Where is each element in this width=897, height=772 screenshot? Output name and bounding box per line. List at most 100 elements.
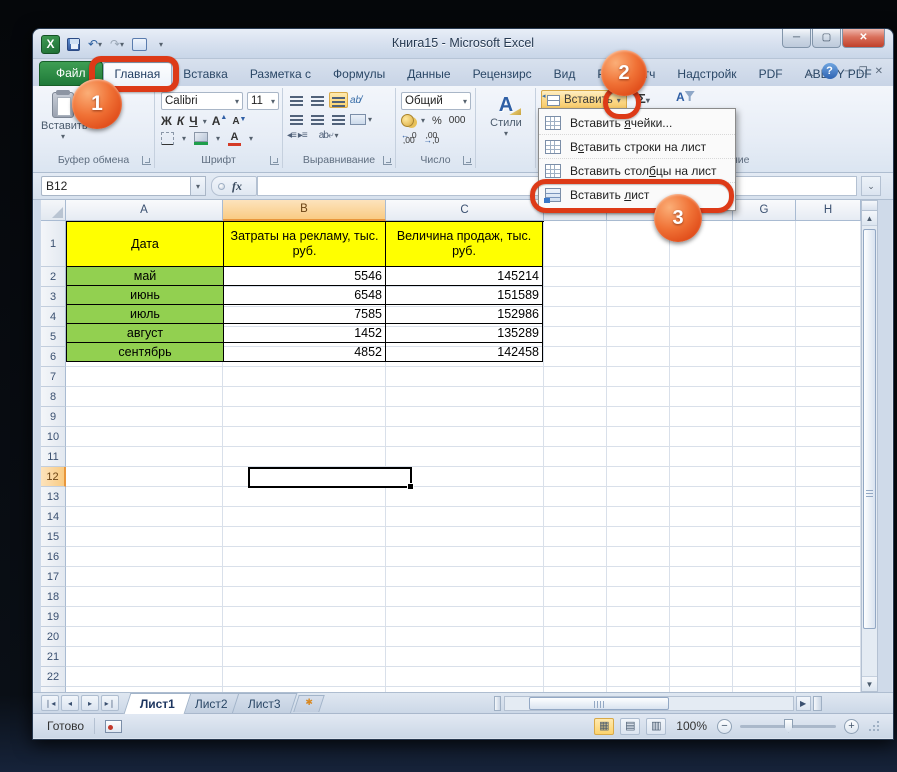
grid-cell[interactable] (607, 327, 670, 347)
grid-cell[interactable] (733, 427, 796, 447)
horizontal-split-box[interactable] (812, 695, 822, 711)
merge-center-icon[interactable] (350, 113, 366, 125)
row-header-18[interactable]: 18 (41, 587, 66, 607)
grid-cell[interactable] (733, 627, 796, 647)
grid-cell[interactable] (733, 587, 796, 607)
grid-cell[interactable] (670, 427, 733, 447)
align-center-button[interactable] (308, 111, 327, 127)
insert-function-icon[interactable]: fx (232, 179, 242, 194)
column-header-A[interactable]: A (66, 200, 223, 221)
grid-cell[interactable] (796, 467, 861, 487)
font-color-icon[interactable]: А (228, 132, 242, 146)
font-size-combo[interactable]: 11 ▾ (247, 92, 279, 110)
value-cell[interactable]: 142458 (386, 343, 543, 362)
tab-Надстройк[interactable]: Надстройк (666, 63, 747, 86)
grid-cell[interactable] (544, 287, 607, 307)
grid-cell[interactable] (796, 267, 861, 287)
month-cell[interactable]: август (67, 324, 224, 343)
grid-cell[interactable] (733, 607, 796, 627)
grid-cell[interactable] (607, 287, 670, 307)
grid-cell[interactable] (386, 507, 544, 527)
grid-cell[interactable] (66, 507, 223, 527)
grid-cell[interactable] (670, 287, 733, 307)
grid-cell[interactable] (733, 547, 796, 567)
grid-cell[interactable] (386, 447, 544, 467)
grid-cell[interactable] (796, 587, 861, 607)
zoom-out-button[interactable]: − (717, 718, 732, 734)
month-cell[interactable]: июнь (67, 286, 224, 305)
grid-cell[interactable] (223, 407, 386, 427)
grid-cell[interactable] (66, 647, 223, 667)
zoom-level[interactable]: 100% (676, 719, 707, 733)
grid-cell[interactable] (223, 547, 386, 567)
grid-cell[interactable] (544, 347, 607, 367)
row-header-8[interactable]: 8 (41, 387, 66, 407)
row-header-2[interactable]: 2 (41, 267, 66, 287)
grid-cell[interactable] (607, 487, 670, 507)
last-sheet-icon[interactable]: ▸❘ (101, 695, 119, 711)
zoom-slider[interactable] (740, 718, 836, 733)
grid-cell[interactable] (733, 347, 796, 367)
thousands-button[interactable]: 000 (449, 115, 466, 126)
grid-cell[interactable] (796, 527, 861, 547)
grid-cell[interactable] (66, 387, 223, 407)
grid-cell[interactable] (66, 627, 223, 647)
grid-cell[interactable] (386, 587, 544, 607)
grid-cell[interactable] (544, 267, 607, 287)
decrease-decimal-icon[interactable]: ,00 →,0 (424, 131, 440, 145)
grid-cell[interactable] (386, 407, 544, 427)
grid-cell[interactable] (607, 407, 670, 427)
grid-cell[interactable] (670, 347, 733, 367)
tab-Вставка[interactable]: Вставка (172, 63, 239, 86)
font-name-combo[interactable]: Calibri ▾ (161, 92, 243, 110)
grid-cell[interactable] (733, 221, 796, 267)
name-box[interactable]: B12 (41, 176, 191, 196)
tab-Вид[interactable]: Вид (543, 63, 587, 86)
view-page-break-button[interactable]: ▥ (646, 717, 667, 735)
grid-cell[interactable] (386, 667, 544, 687)
row-header-16[interactable]: 16 (41, 547, 66, 567)
grid-cell[interactable] (223, 447, 386, 467)
percent-button[interactable]: % (432, 115, 442, 127)
grid-cell[interactable] (733, 527, 796, 547)
row-header-3[interactable]: 3 (41, 287, 66, 307)
font-dialog-launcher-icon[interactable] (270, 156, 279, 165)
grid-cell[interactable] (733, 667, 796, 687)
grid-cell[interactable] (733, 327, 796, 347)
align-middle-button[interactable] (308, 92, 327, 108)
scroll-up-icon[interactable]: ▲ (862, 211, 877, 226)
table-header-cell[interactable]: Величина продаж, тыс. руб. (386, 222, 543, 267)
selected-cell-B12[interactable] (248, 467, 414, 490)
grid-cell[interactable] (386, 367, 544, 387)
grid-cell[interactable] (607, 307, 670, 327)
grid-cell[interactable] (223, 567, 386, 587)
grid-cell[interactable] (733, 507, 796, 527)
italic-button[interactable]: К (177, 114, 184, 128)
grid-cell[interactable] (544, 487, 607, 507)
resize-grip[interactable] (869, 721, 879, 731)
scroll-right-icon[interactable]: ▶ (795, 695, 811, 711)
grid-cell[interactable] (386, 547, 544, 567)
grid-cell[interactable] (223, 647, 386, 667)
grid-cell[interactable] (796, 307, 861, 327)
grid-cell[interactable] (670, 507, 733, 527)
grid-cell[interactable] (223, 427, 386, 447)
grid-cell[interactable] (544, 607, 607, 627)
vertical-scroll-thumb[interactable] (863, 229, 876, 629)
grid-cell[interactable] (733, 287, 796, 307)
grid-cell[interactable] (796, 667, 861, 687)
grid-cell[interactable] (796, 221, 861, 267)
grid-cell[interactable] (796, 547, 861, 567)
grid-cell[interactable] (66, 447, 223, 467)
sheet-tab-Лист3[interactable]: Лист3 (231, 692, 297, 714)
grid-cell[interactable] (796, 507, 861, 527)
month-cell[interactable]: сентябрь (67, 343, 224, 362)
grid-cell[interactable] (607, 387, 670, 407)
grid-cell[interactable] (386, 627, 544, 647)
grid-cell[interactable] (544, 627, 607, 647)
row-header-14[interactable]: 14 (41, 507, 66, 527)
row-header-6[interactable]: 6 (41, 347, 66, 367)
grid-cell[interactable] (66, 467, 223, 487)
menu-item-insert-cells[interactable]: Вставить ячейки... (539, 111, 735, 135)
grow-font-button[interactable]: А▲ (212, 114, 228, 128)
